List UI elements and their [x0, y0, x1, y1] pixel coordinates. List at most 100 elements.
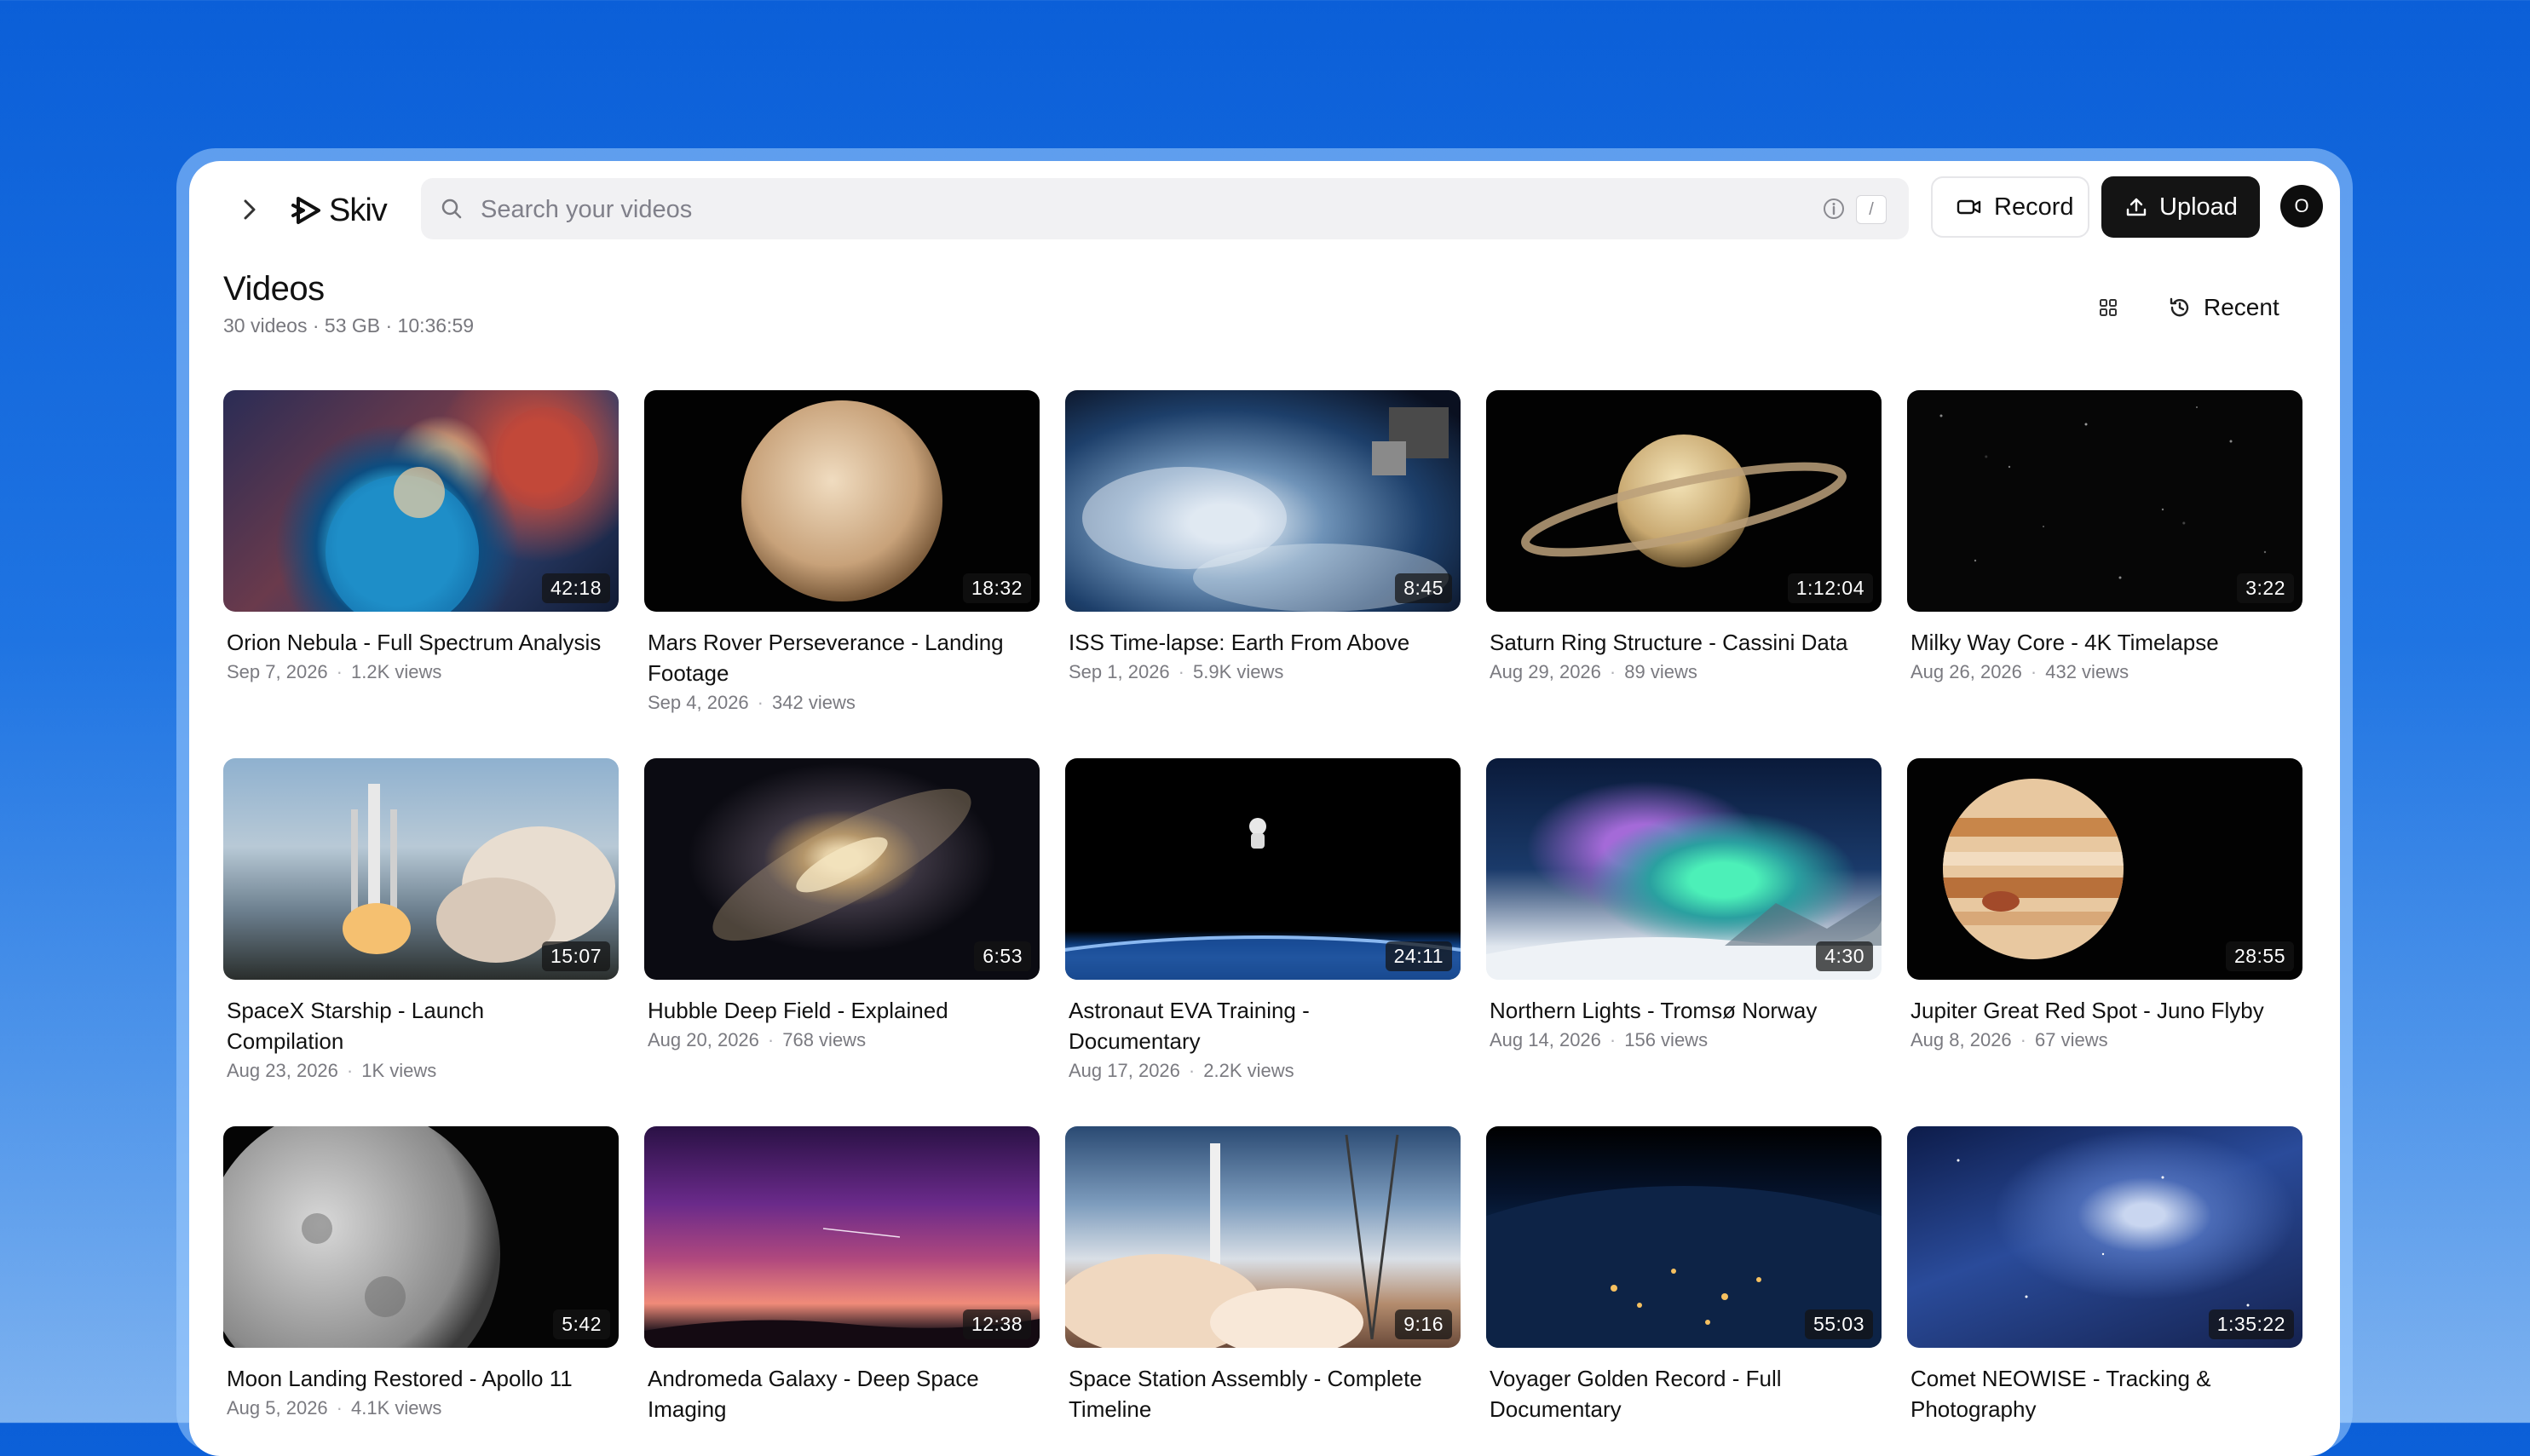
video-duration: 1:35:22: [2208, 1309, 2294, 1339]
video-thumbnail[interactable]: 28:55: [1907, 758, 2302, 980]
avatar[interactable]: O: [2280, 185, 2323, 227]
record-button[interactable]: Record: [1931, 176, 2089, 238]
video-thumbnail[interactable]: 1:35:22: [1907, 1126, 2302, 1348]
video-meta: Sep 7, 2026 · 1.2K views: [223, 661, 619, 683]
video-title[interactable]: Comet NEOWISE - Tracking & Photography: [1907, 1363, 2285, 1424]
video-date: Aug 17, 2026: [1069, 1060, 1180, 1081]
video-meta: Aug 29, 2026 · 89 views: [1486, 661, 1882, 683]
video-thumbnail[interactable]: 5:42: [223, 1126, 619, 1348]
video-views: 89 views: [1624, 661, 1697, 682]
video-card[interactable]: 1:12:04 Saturn Ring Structure - Cassini …: [1486, 390, 1882, 683]
meta-separator: ·: [757, 692, 764, 713]
video-card[interactable]: 12:38 Andromeda Galaxy - Deep Space Imag…: [644, 1126, 1040, 1424]
video-title[interactable]: Voyager Golden Record - Full Documentary: [1486, 1363, 1864, 1424]
video-thumbnail[interactable]: 6:53: [644, 758, 1040, 980]
video-duration: 3:22: [2237, 573, 2294, 603]
video-thumbnail[interactable]: 15:07: [223, 758, 619, 980]
video-title[interactable]: Jupiter Great Red Spot - Juno Flyby: [1907, 995, 2285, 1026]
upload-label: Upload: [2159, 193, 2238, 221]
video-card[interactable]: 1:35:22 Comet NEOWISE - Tracking & Photo…: [1907, 1126, 2302, 1424]
video-duration: 4:30: [1816, 941, 1873, 971]
search-input[interactable]: [479, 178, 1795, 241]
video-thumbnail[interactable]: 9:16: [1065, 1126, 1461, 1348]
video-title[interactable]: Astronaut EVA Training - Documentary: [1065, 995, 1444, 1056]
video-title[interactable]: Mars Rover Perseverance - Landing Footag…: [644, 627, 1023, 688]
expand-sidebar-button[interactable]: [230, 190, 269, 229]
record-label: Record: [1994, 193, 2074, 221]
chevron-right-icon: [244, 199, 256, 220]
video-views: 4.1K views: [351, 1397, 442, 1419]
video-thumbnail[interactable]: 3:22: [1907, 390, 2302, 612]
history-icon: [2170, 297, 2189, 317]
video-thumbnail[interactable]: 8:45: [1065, 390, 1461, 612]
video-thumbnail[interactable]: 1:12:04: [1486, 390, 1882, 612]
video-title[interactable]: Moon Landing Restored - Apollo 11: [223, 1363, 602, 1394]
meta-separator: ·: [2030, 661, 2037, 682]
video-card[interactable]: 9:16 Space Station Assembly - Complete T…: [1065, 1126, 1461, 1424]
sort-dropdown[interactable]: Recent: [2168, 285, 2279, 330]
video-card[interactable]: 5:42 Moon Landing Restored - Apollo 11 A…: [223, 1126, 619, 1419]
video-thumbnail[interactable]: 24:11: [1065, 758, 1461, 980]
video-card[interactable]: 4:30 Northern Lights - Tromsø Norway Aug…: [1486, 758, 1882, 1051]
video-meta: Aug 26, 2026 · 432 views: [1907, 661, 2302, 683]
meta-separator: ·: [346, 1060, 354, 1081]
video-card[interactable]: 3:22 Milky Way Core - 4K Timelapse Aug 2…: [1907, 390, 2302, 683]
video-thumbnail[interactable]: 4:30: [1486, 758, 1882, 980]
video-date: Aug 23, 2026: [227, 1060, 338, 1081]
video-views: 67 views: [2035, 1029, 2108, 1050]
video-date: Sep 7, 2026: [227, 661, 328, 682]
video-title[interactable]: ISS Time-lapse: Earth From Above: [1065, 627, 1444, 658]
video-views: 156 views: [1624, 1029, 1709, 1050]
search-bar[interactable]: /: [421, 178, 1909, 241]
video-duration: 15:07: [541, 941, 610, 971]
video-title[interactable]: Northern Lights - Tromsø Norway: [1486, 995, 1864, 1026]
video-meta: Sep 4, 2026 · 342 views: [644, 692, 1040, 714]
video-thumbnail[interactable]: 12:38: [644, 1126, 1040, 1348]
brand-logo[interactable]: Skiv: [290, 187, 388, 234]
video-date: Aug 20, 2026: [648, 1029, 759, 1050]
info-icon[interactable]: [1822, 197, 1846, 221]
video-duration: 1:12:04: [1787, 573, 1873, 603]
video-card[interactable]: 55:03 Voyager Golden Record - Full Docum…: [1486, 1126, 1882, 1424]
video-title[interactable]: Andromeda Galaxy - Deep Space Imaging: [644, 1363, 1023, 1424]
video-duration: 6:53: [974, 941, 1031, 971]
video-title[interactable]: Hubble Deep Field - Explained: [644, 995, 1023, 1026]
video-views: 768 views: [782, 1029, 867, 1050]
video-duration: 8:45: [1395, 573, 1452, 603]
upload-icon: [2126, 198, 2147, 216]
video-title[interactable]: Space Station Assembly - Complete Timeli…: [1065, 1363, 1444, 1424]
app-window: Skiv / Record Upload O Videos 30 videos …: [189, 161, 2340, 1456]
video-views: 1.2K views: [351, 661, 442, 682]
page-title: Videos: [223, 270, 325, 308]
grid-view-toggle[interactable]: [2089, 289, 2127, 326]
video-card[interactable]: 8:45 ISS Time-lapse: Earth From Above Se…: [1065, 390, 1461, 683]
video-meta: Aug 8, 2026 · 67 views: [1907, 1029, 2302, 1051]
video-card[interactable]: 42:18 Orion Nebula - Full Spectrum Analy…: [223, 390, 619, 683]
video-views: 5.9K views: [1193, 661, 1284, 682]
video-date: Aug 8, 2026: [1910, 1029, 2012, 1050]
video-date: Aug 29, 2026: [1490, 661, 1601, 682]
video-card[interactable]: 24:11 Astronaut EVA Training - Documenta…: [1065, 758, 1461, 1082]
meta-separator: ·: [1609, 1029, 1617, 1050]
video-title[interactable]: Orion Nebula - Full Spectrum Analysis: [223, 627, 602, 658]
video-thumbnail[interactable]: 42:18: [223, 390, 619, 612]
video-title[interactable]: Milky Way Core - 4K Timelapse: [1907, 627, 2285, 658]
video-card[interactable]: 15:07 SpaceX Starship - Launch Compilati…: [223, 758, 619, 1082]
upload-button[interactable]: Upload: [2101, 176, 2260, 238]
video-camera-icon: [1957, 199, 1981, 215]
video-duration: 5:42: [553, 1309, 610, 1339]
video-card[interactable]: 18:32 Mars Rover Perseverance - Landing …: [644, 390, 1040, 714]
video-thumbnail[interactable]: 18:32: [644, 390, 1040, 612]
video-date: Sep 4, 2026: [648, 692, 749, 713]
video-views: 2.2K views: [1203, 1060, 1294, 1081]
brand-name: Skiv: [329, 192, 388, 228]
search-shortcut-hint: /: [1856, 195, 1887, 224]
meta-separator: ·: [2020, 1029, 2026, 1050]
video-card[interactable]: 28:55 Jupiter Great Red Spot - Juno Flyb…: [1907, 758, 2302, 1051]
video-card[interactable]: 6:53 Hubble Deep Field - Explained Aug 2…: [644, 758, 1040, 1051]
video-title[interactable]: SpaceX Starship - Launch Compilation: [223, 995, 602, 1056]
video-date: Aug 5, 2026: [227, 1397, 328, 1419]
video-thumbnail[interactable]: 55:03: [1486, 1126, 1882, 1348]
video-title[interactable]: Saturn Ring Structure - Cassini Data: [1486, 627, 1864, 658]
video-meta: Aug 23, 2026 · 1K views: [223, 1060, 619, 1082]
